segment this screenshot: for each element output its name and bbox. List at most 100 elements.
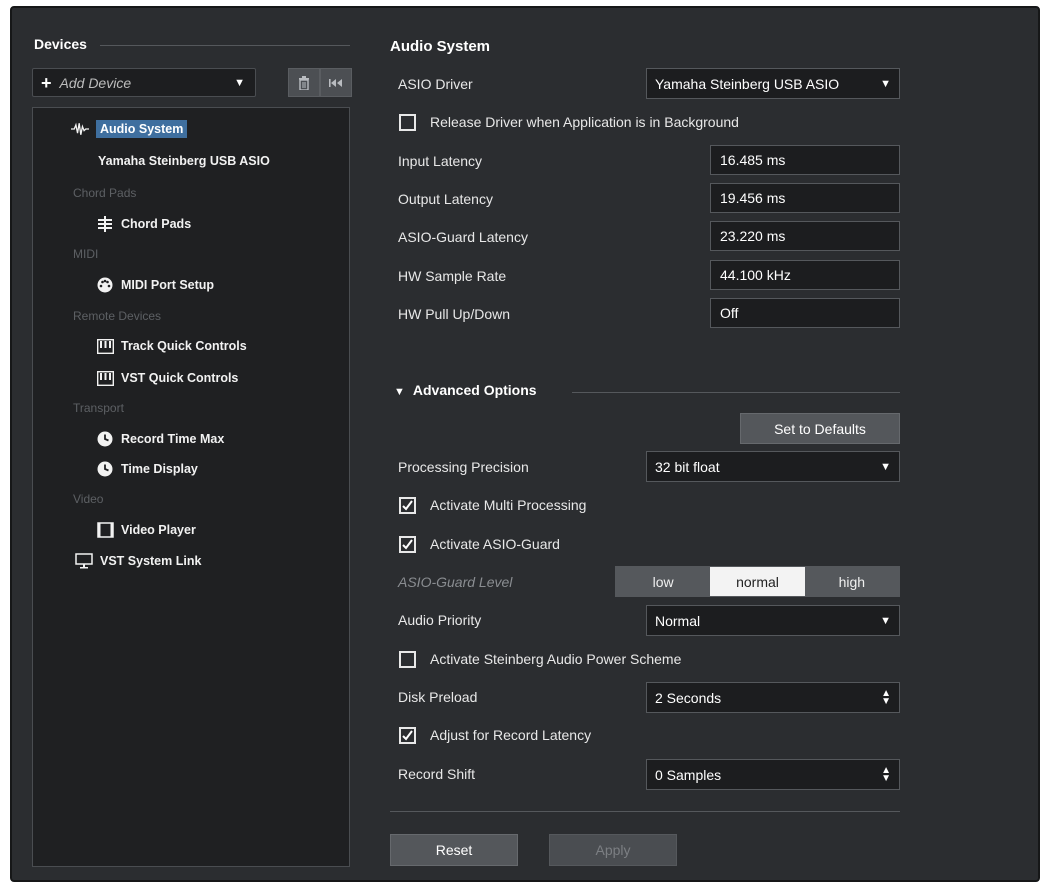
asio-guard-latency-field: 23.220 ms: [710, 221, 900, 251]
tree-item-track-quick-controls[interactable]: Track Quick Controls: [96, 337, 247, 355]
processing-precision-label: Processing Precision: [398, 459, 529, 475]
film-icon: [96, 521, 114, 539]
monitor-icon: [75, 552, 93, 570]
tree-label-video-player: Video Player: [121, 523, 196, 537]
caret-down-icon: ▼: [880, 460, 891, 473]
clock-icon: [96, 430, 114, 448]
tree-label-midi-port-setup: MIDI Port Setup: [121, 278, 215, 292]
output-latency-field: 19.456 ms: [710, 183, 900, 213]
tree-category-video: Video: [73, 492, 104, 506]
tree-category-remote-devices: Remote Devices: [73, 309, 162, 323]
spin-updown-icon: ▲ ▼: [881, 764, 891, 784]
trash-icon: [299, 75, 309, 90]
tree-label-audio-system: Audio System: [96, 120, 188, 138]
plus-icon: +: [41, 72, 52, 93]
adjust-record-latency-checkbox[interactable]: [399, 727, 416, 744]
midi-port-icon: [96, 276, 114, 294]
keyboard-icon: [96, 369, 114, 387]
output-latency-label: Output Latency: [398, 191, 493, 207]
tree-label-audio-driver: Yamaha Steinberg USB ASIO: [98, 154, 270, 168]
hw-pull-label: HW Pull Up/Down: [398, 306, 511, 322]
advanced-options-rule: [572, 392, 900, 393]
tree-label-vst-system-link: VST System Link: [100, 554, 202, 568]
audio-priority-label: Audio Priority: [398, 612, 482, 628]
waveform-icon: [71, 120, 89, 138]
checkmark-icon: [402, 730, 413, 741]
multi-processing-label: Activate Multi Processing: [430, 497, 587, 513]
tree-label-vst-quick-controls: VST Quick Controls: [121, 371, 239, 385]
asio-guard-level-low[interactable]: low: [616, 567, 711, 596]
asio-guard-latency-label: ASIO-Guard Latency: [398, 229, 528, 245]
asio-guard-level-normal[interactable]: normal: [710, 567, 805, 596]
power-scheme-label: Activate Steinberg Audio Power Scheme: [430, 651, 682, 667]
caret-down-icon: ▼: [880, 614, 891, 627]
keyboard-icon: [96, 337, 114, 355]
rewind-icon: [329, 78, 342, 87]
processing-precision-dropdown[interactable]: 32 bit float ▼: [646, 451, 900, 482]
disk-preload-stepper[interactable]: 2 Seconds ▲ ▼: [646, 682, 900, 713]
audio-system-title: Audio System: [390, 38, 491, 55]
devices-title: Devices: [34, 36, 87, 52]
triangle-down-icon: ▼: [394, 386, 405, 398]
audio-priority-value: Normal: [655, 612, 701, 629]
set-to-defaults-button[interactable]: Set to Defaults: [740, 413, 900, 444]
record-shift-stepper[interactable]: 0 Samples ▲ ▼: [646, 759, 900, 790]
tree-item-record-time-max[interactable]: Record Time Max: [96, 430, 224, 448]
hw-sample-rate-field: 44.100 kHz: [710, 260, 900, 290]
advanced-options-title: Advanced Options: [412, 382, 537, 398]
tree-item-vst-system-link[interactable]: VST System Link: [75, 552, 201, 570]
add-device-label: Add Device: [59, 74, 132, 91]
clock-icon: [96, 460, 114, 478]
checkmark-icon: [402, 500, 413, 511]
tree-label-track-quick-controls: Track Quick Controls: [121, 339, 247, 353]
adjust-record-latency-label: Adjust for Record Latency: [430, 727, 592, 743]
disk-preload-value: 2 Seconds: [655, 689, 722, 706]
asio-guard-level-label: ASIO-Guard Level: [398, 574, 513, 590]
tree-label-time-display: Time Display: [121, 462, 198, 476]
multi-processing-checkbox[interactable]: [399, 497, 416, 514]
input-latency-field: 16.485 ms: [710, 145, 900, 175]
tree-item-chord-pads[interactable]: Chord Pads: [96, 215, 191, 233]
asio-driver-label: ASIO Driver: [398, 76, 473, 92]
reset-device-button[interactable]: [320, 68, 352, 97]
asio-guard-checkbox[interactable]: [399, 536, 416, 553]
tree-item-audio-system[interactable]: Audio System: [71, 120, 188, 138]
release-driver-checkbox[interactable]: [399, 114, 416, 131]
apply-button[interactable]: Apply: [549, 834, 677, 866]
power-scheme-checkbox[interactable]: [399, 651, 416, 668]
add-device-dropdown[interactable]: + Add Device ▼: [32, 68, 256, 97]
release-driver-label: Release Driver when Application is in Ba…: [430, 114, 739, 130]
asio-guard-level-high[interactable]: high: [804, 567, 899, 596]
processing-precision-value: 32 bit float: [655, 458, 720, 475]
hw-sample-rate-label: HW Sample Rate: [398, 268, 507, 284]
devices-title-rule: [100, 45, 350, 46]
input-latency-label: Input Latency: [398, 153, 483, 169]
tree-category-midi: MIDI: [73, 247, 99, 261]
tree-item-midi-port-setup[interactable]: MIDI Port Setup: [96, 276, 214, 294]
tree-category-chord-pads: Chord Pads: [73, 186, 137, 200]
asio-driver-dropdown[interactable]: Yamaha Steinberg USB ASIO ▼: [646, 68, 900, 99]
reset-button[interactable]: Reset: [390, 834, 518, 866]
record-shift-value: 0 Samples: [655, 766, 722, 783]
record-shift-label: Record Shift: [398, 766, 476, 782]
device-tree[interactable]: Audio System Yamaha Steinberg USB ASIO C…: [32, 107, 350, 867]
advanced-options-toggle[interactable]: ▼ Advanced Options: [394, 382, 537, 398]
spin-updown-icon: ▲ ▼: [881, 687, 891, 707]
tree-item-video-player[interactable]: Video Player: [96, 521, 196, 539]
tree-item-vst-quick-controls[interactable]: VST Quick Controls: [96, 369, 238, 387]
hw-pull-field: Off: [710, 298, 900, 328]
device-setup-window: Devices + Add Device ▼ Audio System Yama…: [10, 6, 1040, 882]
chord-pads-icon: [96, 215, 114, 233]
tree-item-time-display[interactable]: Time Display: [96, 460, 198, 478]
audio-priority-dropdown[interactable]: Normal ▼: [646, 605, 900, 636]
caret-down-icon: ▼: [234, 76, 245, 89]
asio-guard-label: Activate ASIO-Guard: [430, 536, 560, 552]
checkmark-icon: [402, 539, 413, 550]
delete-device-button[interactable]: [288, 68, 320, 97]
tree-item-audio-driver[interactable]: Yamaha Steinberg USB ASIO: [98, 154, 270, 168]
asio-guard-level-segmented[interactable]: low normal high: [615, 566, 900, 597]
tree-label-record-time-max: Record Time Max: [121, 432, 225, 446]
asio-driver-value: Yamaha Steinberg USB ASIO: [655, 75, 840, 92]
caret-down-icon: ▼: [880, 77, 891, 90]
tree-label-chord-pads: Chord Pads: [121, 217, 192, 231]
